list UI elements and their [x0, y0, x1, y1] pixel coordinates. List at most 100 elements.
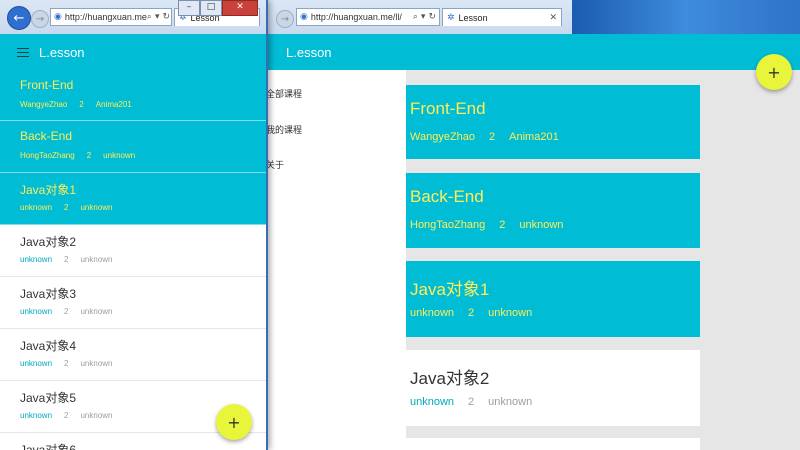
lesson-by: unknown — [488, 396, 533, 408]
lesson-by: unknown — [519, 219, 564, 231]
dropdown-icon[interactable]: ▾ — [421, 12, 426, 22]
lesson-grid: Front-End WangyeZhao 2 Anima201 Back-End… — [406, 70, 800, 450]
lesson-meta: unknown 2 unknown — [410, 307, 532, 319]
lesson-count: 2 — [489, 131, 496, 143]
forward-icon[interactable]: → — [276, 10, 294, 28]
back-icon[interactable]: ← — [7, 6, 31, 30]
lesson-title: Java对象6 — [20, 443, 77, 450]
dropdown-icon[interactable]: ▾ — [155, 12, 160, 22]
lesson-list-item[interactable]: Front-End WangyeZhao 2 Anima201 — [0, 70, 266, 121]
lesson-author: WangyeZhao — [20, 100, 68, 109]
lesson-count: 2 — [499, 219, 506, 231]
lesson-meta: unknown 2 unknown — [410, 396, 532, 408]
back-glyph: ← — [13, 10, 25, 26]
lesson-card[interactable] — [406, 438, 700, 450]
lesson-count: 2 — [468, 307, 475, 319]
window-controls: – □ ✕ — [178, 0, 258, 16]
address-text: http://huangxuan.me/ll/ — [310, 12, 402, 22]
lesson-count: 2 — [64, 411, 69, 420]
browser-window-narrow: ← → ◉ http://huangxuan.me ⌕ ▾ ↻ ✲ Lesson… — [0, 0, 268, 450]
lesson-by: unknown — [80, 203, 113, 212]
lesson-author: unknown — [20, 255, 53, 264]
lesson-count: 2 — [468, 396, 475, 408]
lesson-by: unknown — [80, 359, 113, 368]
lesson-by: unknown — [488, 307, 533, 319]
lesson-author: unknown — [410, 396, 455, 408]
lesson-meta: HongTaoZhang 2 unknown — [20, 151, 135, 160]
lesson-meta: unknown 2 unknown — [20, 307, 113, 316]
lesson-author: unknown — [410, 307, 455, 319]
lesson-title: Front-End — [410, 99, 486, 118]
lesson-card[interactable]: Back-End HongTaoZhang 2 unknown — [406, 173, 700, 248]
address-bar[interactable]: ◉ http://huangxuan.me/ll/ ⌕ ▾ ↻ — [296, 8, 440, 26]
lesson-title: Java对象2 — [410, 369, 490, 388]
desktop-background — [572, 0, 800, 34]
drawer-item-my-courses[interactable]: 我的课程 — [266, 123, 302, 136]
tab-close-icon[interactable]: ✕ — [549, 13, 561, 23]
site-icon: ◉ — [54, 12, 62, 22]
lesson-meta: unknown 2 unknown — [20, 359, 113, 368]
app-title: L.esson — [39, 44, 85, 60]
lesson-author: unknown — [20, 307, 53, 316]
tab-favicon-icon: ✲ — [447, 12, 455, 23]
lesson-list-item[interactable]: Java对象4 unknown 2 unknown — [0, 329, 266, 381]
lesson-list-item[interactable]: Java对象1 unknown 2 unknown — [0, 173, 266, 225]
browser-tab[interactable]: ✲ Lesson ✕ — [442, 8, 562, 26]
lesson-card[interactable]: Java对象1 unknown 2 unknown — [406, 261, 700, 337]
lesson-title: Java对象2 — [20, 235, 77, 249]
search-icon[interactable]: ⌕ — [413, 12, 418, 22]
refresh-icon[interactable]: ↻ — [163, 12, 171, 22]
app-bar: L.esson — [266, 34, 800, 70]
lesson-title: Java对象5 — [20, 391, 77, 405]
lesson-meta: WangyeZhao 2 Anima201 — [20, 100, 132, 109]
lesson-author: unknown — [20, 411, 53, 420]
search-icon[interactable]: ⌕ — [147, 12, 152, 22]
drawer-item-all-courses[interactable]: 全部课程 — [266, 87, 302, 100]
lesson-count: 2 — [64, 255, 69, 264]
lesson-meta: unknown 2 unknown — [20, 411, 113, 420]
plus-icon: + — [227, 412, 241, 432]
lesson-author: WangyeZhao — [410, 131, 476, 143]
add-lesson-fab[interactable]: + — [216, 404, 252, 440]
lesson-author: unknown — [20, 359, 53, 368]
browser-window-wide: → ◉ http://huangxuan.me/ll/ ⌕ ▾ ↻ ✲ Less… — [266, 0, 800, 450]
lesson-count: 2 — [64, 203, 69, 212]
maximize-icon[interactable]: □ — [200, 0, 222, 16]
lesson-count: 2 — [79, 100, 84, 109]
lesson-card[interactable]: Java对象2 unknown 2 unknown — [406, 350, 700, 426]
forward-glyph: → — [280, 13, 290, 25]
refresh-icon[interactable]: ↻ — [428, 12, 436, 22]
lesson-title: Back-End — [20, 129, 73, 143]
forward-glyph: → — [35, 13, 45, 25]
app-title: L.esson — [286, 44, 332, 60]
lesson-meta: unknown 2 unknown — [20, 255, 113, 264]
tab-title: Lesson — [458, 12, 488, 23]
lesson-meta: HongTaoZhang 2 unknown — [410, 219, 563, 231]
lesson-by: unknown — [80, 255, 113, 264]
browser-toolbar: ← → ◉ http://huangxuan.me ⌕ ▾ ↻ ✲ Lesson… — [0, 0, 266, 35]
lesson-title: Back-End — [410, 187, 484, 206]
close-window-icon[interactable]: ✕ — [222, 0, 258, 16]
lesson-list-item[interactable]: Java对象2 unknown 2 unknown — [0, 225, 266, 277]
minimize-icon[interactable]: – — [178, 0, 200, 16]
lesson-card[interactable]: Front-End WangyeZhao 2 Anima201 — [406, 85, 700, 159]
lesson-title: Java对象1 — [410, 280, 490, 299]
hamburger-menu-icon[interactable] — [17, 47, 29, 57]
add-lesson-fab-wide[interactable]: + — [756, 54, 792, 90]
lesson-by: Anima201 — [95, 100, 132, 109]
lesson-list-item[interactable]: Java对象3 unknown 2 unknown — [0, 277, 266, 329]
address-bar[interactable]: ◉ http://huangxuan.me ⌕ ▾ ↻ — [50, 8, 172, 26]
lesson-by: unknown — [103, 151, 136, 160]
plus-icon: + — [767, 62, 781, 82]
lesson-meta: WangyeZhao 2 Anima201 — [410, 131, 559, 143]
lesson-author: HongTaoZhang — [410, 219, 486, 231]
lesson-list-item[interactable]: Back-End HongTaoZhang 2 unknown — [0, 121, 266, 173]
navigation-drawer: 全部课程 我的课程 关于 — [266, 70, 406, 450]
drawer-item-about[interactable]: 关于 — [266, 158, 284, 171]
lesson-count: 2 — [86, 151, 92, 160]
lesson-by: unknown — [80, 307, 113, 316]
lesson-by: Anima201 — [509, 131, 559, 143]
lesson-author: unknown — [20, 203, 53, 212]
forward-icon[interactable]: → — [31, 10, 49, 28]
lesson-count: 2 — [64, 359, 69, 368]
